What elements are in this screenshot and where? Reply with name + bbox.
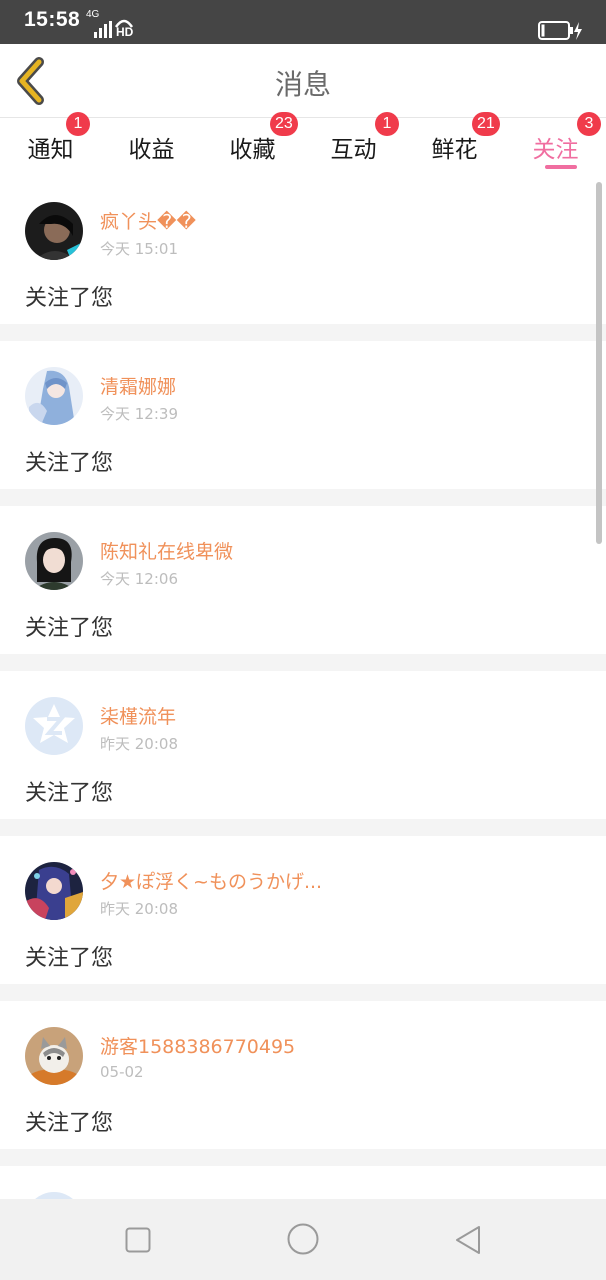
message-text: 关注了您: [25, 946, 114, 971]
timestamp: 今天 12:39: [100, 405, 178, 423]
tab-label: 通知: [27, 137, 74, 163]
avatar[interactable]: [25, 862, 83, 920]
username[interactable]: 柒槿流年: [100, 702, 176, 729]
timestamp: 今天 12:06: [100, 570, 178, 588]
tab-following[interactable]: 关注 3: [505, 112, 606, 176]
message-text: 关注了您: [25, 451, 114, 476]
avatar[interactable]: [25, 202, 83, 260]
avatar[interactable]: [25, 532, 83, 590]
tab-favorites[interactable]: 收藏 23: [202, 112, 303, 176]
active-tab-indicator: [545, 165, 577, 169]
tab-notifications[interactable]: 通知 1: [0, 112, 101, 176]
list-item[interactable]: 清霜娜娜 今天 12:39 关注了您: [0, 341, 606, 489]
tab-flowers[interactable]: 鲜花 21: [404, 112, 505, 176]
username[interactable]: 陈知礼在线卑微: [100, 537, 233, 564]
avatar[interactable]: [25, 697, 83, 755]
message-text: 关注了您: [25, 616, 114, 641]
tab-interactions[interactable]: 互动 1: [303, 112, 404, 176]
badge-count: 23: [270, 112, 298, 136]
signal-icon: [94, 21, 112, 38]
network-type: 4G: [86, 9, 100, 20]
list-item[interactable]: 疯丫头�� 今天 15:01 关注了您: [0, 176, 606, 324]
hd-label: HD: [116, 25, 134, 39]
page-title: 消息: [274, 68, 331, 101]
badge-count: 1: [66, 112, 90, 136]
list-item[interactable]: 柒槿流年 昨天 20:08 关注了您: [0, 671, 606, 819]
username[interactable]: 清霜娜娜: [100, 372, 176, 399]
status-time: 15:58: [24, 8, 81, 31]
list-item[interactable]: 夕★ぽ浮く~ものうかげ... 昨天 20:08 关注了您: [0, 836, 606, 984]
status-bar: 15:58 4G HD: [0, 0, 606, 44]
timestamp: 05-02: [100, 1063, 144, 1081]
badge-count: 1: [375, 112, 399, 136]
timestamp: 今天 15:01: [100, 240, 178, 258]
timestamp: 昨天 20:08: [100, 735, 178, 753]
timestamp: 昨天 20:08: [100, 900, 178, 918]
header: 消息: [0, 44, 606, 118]
message-text: 关注了您: [25, 1111, 114, 1136]
username[interactable]: 夕★ぽ浮く~ものうかげ...: [100, 867, 322, 894]
avatar[interactable]: [25, 1192, 83, 1199]
battery-charging-icon: [538, 21, 582, 40]
badge-count: 21: [472, 112, 500, 136]
message-text: 关注了您: [25, 286, 114, 311]
recent-apps-icon[interactable]: [125, 1227, 151, 1253]
avatar[interactable]: [25, 367, 83, 425]
system-nav-bar: [0, 1199, 606, 1280]
tab-bar: 通知 1 收益 收藏 23 互动 1 鲜花 21 关注 3: [0, 112, 606, 176]
tab-label: 收益: [128, 137, 175, 163]
username[interactable]: 游客1588386770495: [100, 1032, 295, 1059]
message-list[interactable]: 疯丫头�� 今天 15:01 关注了您 清霜娜娜 今天 12:39 关注了您 陈…: [0, 176, 606, 1199]
message-text: 关注了您: [25, 781, 114, 806]
avatar[interactable]: [25, 1027, 83, 1085]
scrollbar[interactable]: [596, 182, 602, 544]
list-item[interactable]: 陈知礼在线卑微 今天 12:06 关注了您: [0, 506, 606, 654]
badge-count: 3: [577, 112, 601, 136]
list-item[interactable]: [0, 1166, 606, 1199]
tab-earnings[interactable]: 收益: [101, 118, 202, 176]
username[interactable]: 疯丫头��: [100, 207, 196, 234]
home-icon[interactable]: [287, 1223, 319, 1255]
back-nav-icon[interactable]: [455, 1225, 481, 1255]
list-item[interactable]: 游客1588386770495 05-02 关注了您: [0, 1001, 606, 1149]
